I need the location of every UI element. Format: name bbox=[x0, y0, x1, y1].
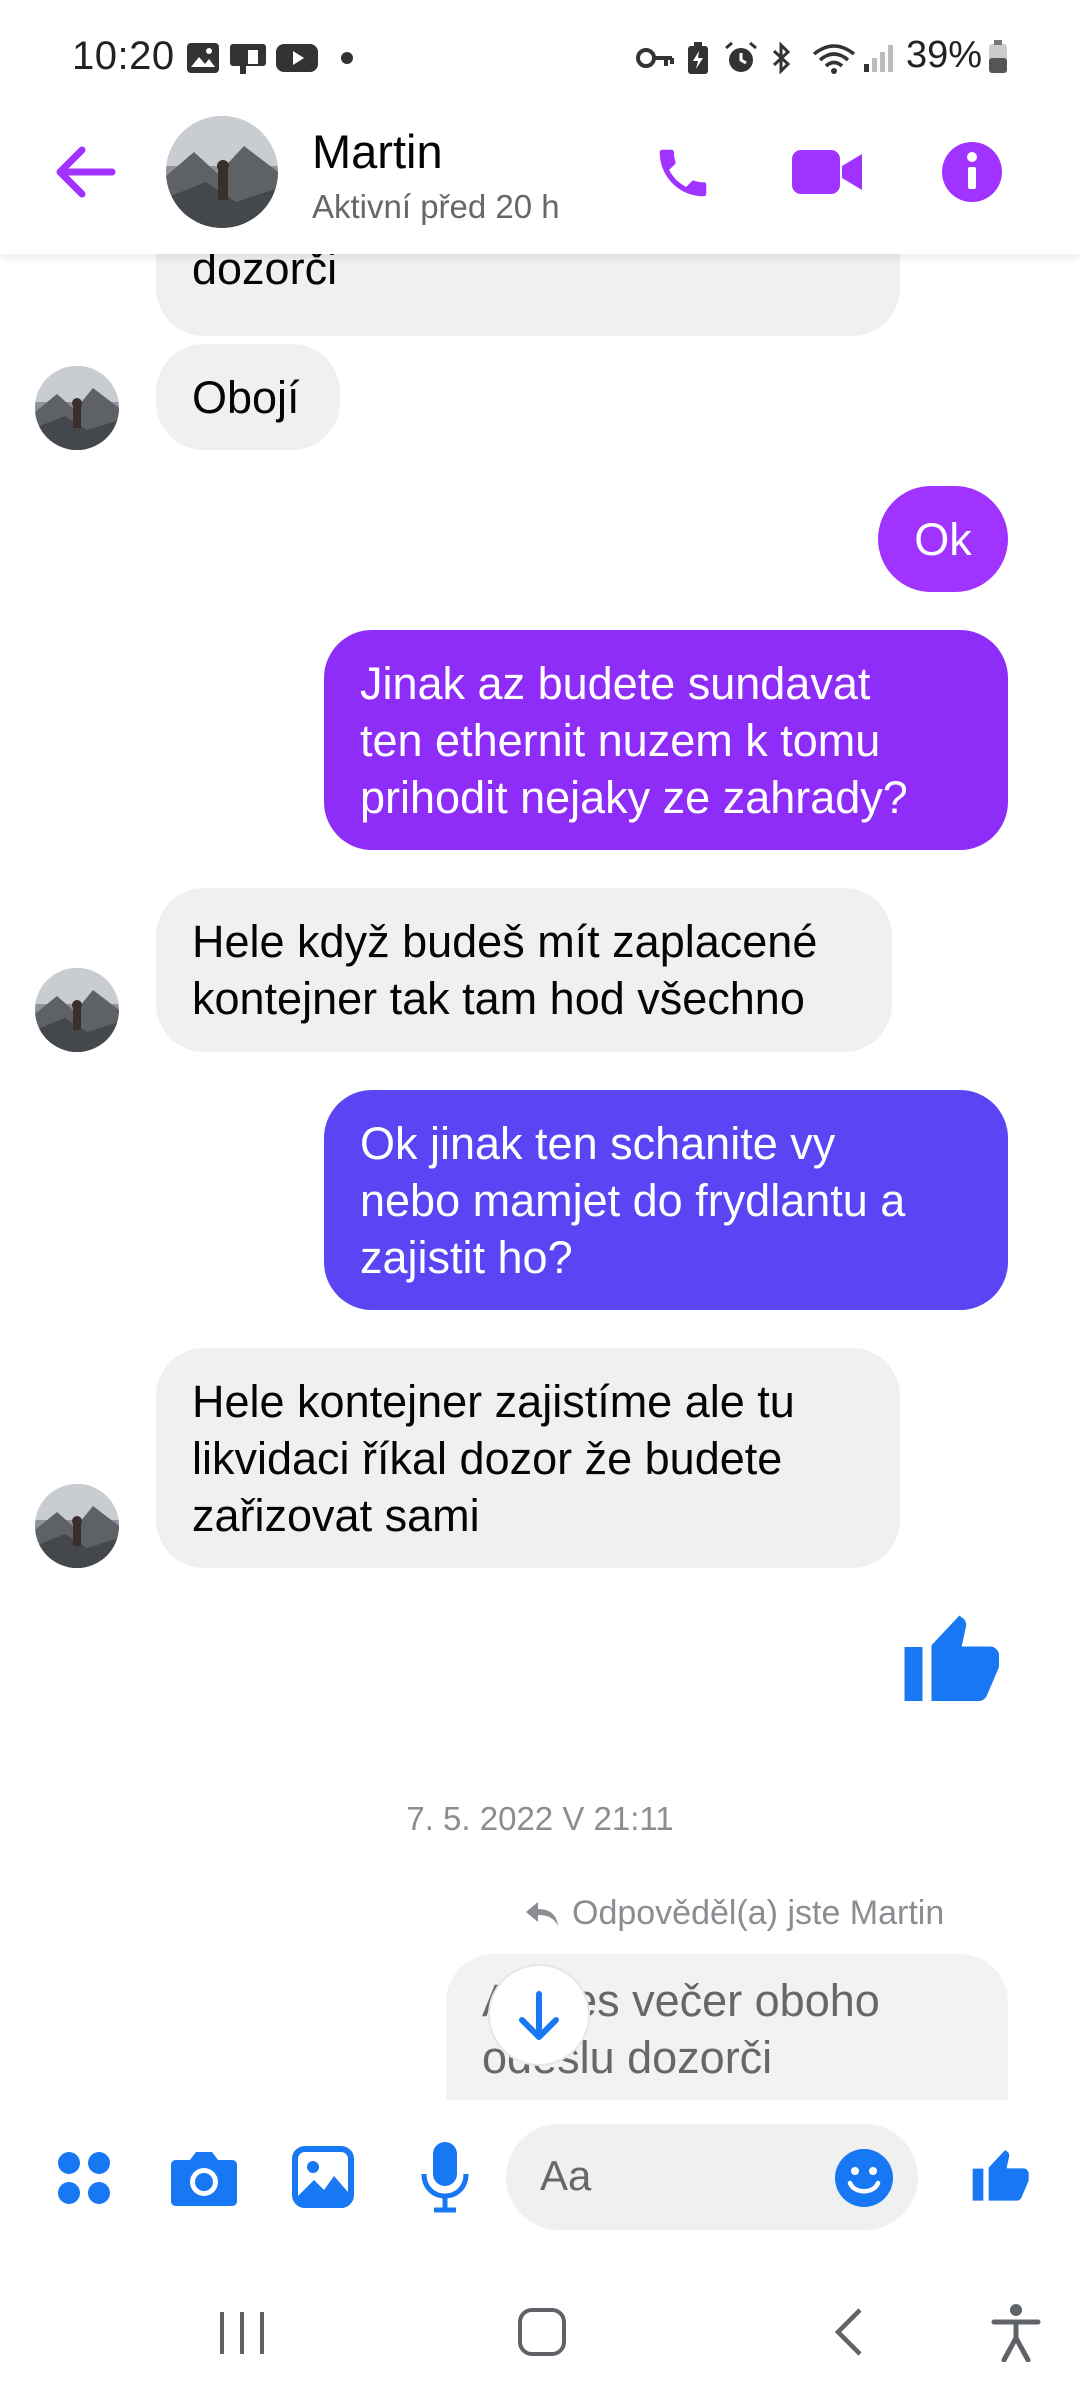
accessibility-icon[interactable] bbox=[990, 2302, 1042, 2362]
chat-header bbox=[0, 120, 1080, 254]
back-arrow-icon[interactable] bbox=[52, 144, 116, 200]
message-text: Jinak az budete sundavat ten ethernit nu… bbox=[360, 657, 908, 823]
scroll-to-bottom-button[interactable] bbox=[484, 1960, 594, 2070]
sender-avatar[interactable] bbox=[35, 968, 119, 1052]
dot-icon bbox=[341, 52, 353, 64]
like-button-icon[interactable] bbox=[970, 2140, 1034, 2208]
outgoing-message-bubble[interactable]: Ok bbox=[878, 486, 1008, 592]
incoming-message-bubble[interactable]: Hele kontejner zajistíme ale tu likvidac… bbox=[156, 1348, 900, 1568]
message-text: Obojí bbox=[192, 371, 300, 423]
sender-avatar[interactable] bbox=[35, 1484, 119, 1568]
battery-level: 39% bbox=[906, 34, 983, 76]
outgoing-message-bubble[interactable]: Ok jinak ten schanite vy nebo mamjet do … bbox=[324, 1090, 1008, 1310]
signal-icon bbox=[864, 45, 893, 72]
date-separator: 7. 5. 2022 V 21:11 bbox=[406, 1800, 674, 1837]
message-input-placeholder: Aa bbox=[540, 2152, 592, 2199]
emoji-icon[interactable] bbox=[834, 2148, 894, 2208]
microphone-icon[interactable] bbox=[420, 2140, 470, 2214]
vpn-key-icon bbox=[636, 48, 674, 68]
sender-avatar[interactable] bbox=[35, 366, 119, 450]
video-call-icon[interactable] bbox=[790, 144, 864, 200]
youtube-icon bbox=[276, 44, 318, 72]
message-text: Ok jinak ten schanite vy nebo mamjet do … bbox=[360, 1117, 906, 1283]
bluetooth-icon bbox=[772, 42, 791, 74]
cast-icon bbox=[230, 44, 266, 74]
back-icon[interactable] bbox=[828, 2306, 868, 2358]
battery-icon bbox=[989, 40, 1007, 73]
thumbs-up-sticker[interactable] bbox=[900, 1600, 1008, 1712]
incoming-message-bubble[interactable]: dozorči bbox=[156, 240, 900, 336]
wifi-icon bbox=[812, 44, 856, 74]
camera-icon[interactable] bbox=[170, 2148, 238, 2208]
contact-active-status: Aktivní před 20 h bbox=[312, 188, 560, 225]
contact-avatar[interactable] bbox=[166, 116, 278, 228]
contact-name[interactable]: Martin bbox=[312, 124, 443, 179]
message-text: Hele když budeš mít zaplacené kontejner … bbox=[192, 916, 818, 1024]
incoming-message-bubble[interactable]: Obojí bbox=[156, 344, 340, 450]
status-time: 10:20 bbox=[72, 34, 175, 78]
battery-saver-icon bbox=[688, 42, 708, 74]
gallery-icon[interactable] bbox=[292, 2146, 354, 2208]
home-icon[interactable] bbox=[516, 2306, 568, 2358]
apps-menu-icon[interactable] bbox=[56, 2150, 112, 2206]
message-text: Hele kontejner zajistíme ale tu likvidac… bbox=[192, 1375, 795, 1541]
voice-call-icon[interactable] bbox=[652, 142, 714, 204]
info-icon[interactable] bbox=[940, 140, 1004, 204]
alarm-icon bbox=[725, 42, 757, 72]
gallery-icon bbox=[187, 43, 219, 73]
outgoing-message-bubble[interactable]: Jinak az budete sundavat ten ethernit nu… bbox=[324, 630, 1008, 850]
reply-indicator: Odpověděl(a) jste Martin bbox=[572, 1894, 945, 1932]
reply-arrow-icon bbox=[526, 1902, 558, 1926]
message-text: Ok bbox=[914, 513, 972, 565]
incoming-message-bubble[interactable]: Hele když budeš mít zaplacené kontejner … bbox=[156, 888, 892, 1052]
recent-apps-icon[interactable] bbox=[216, 2310, 268, 2356]
